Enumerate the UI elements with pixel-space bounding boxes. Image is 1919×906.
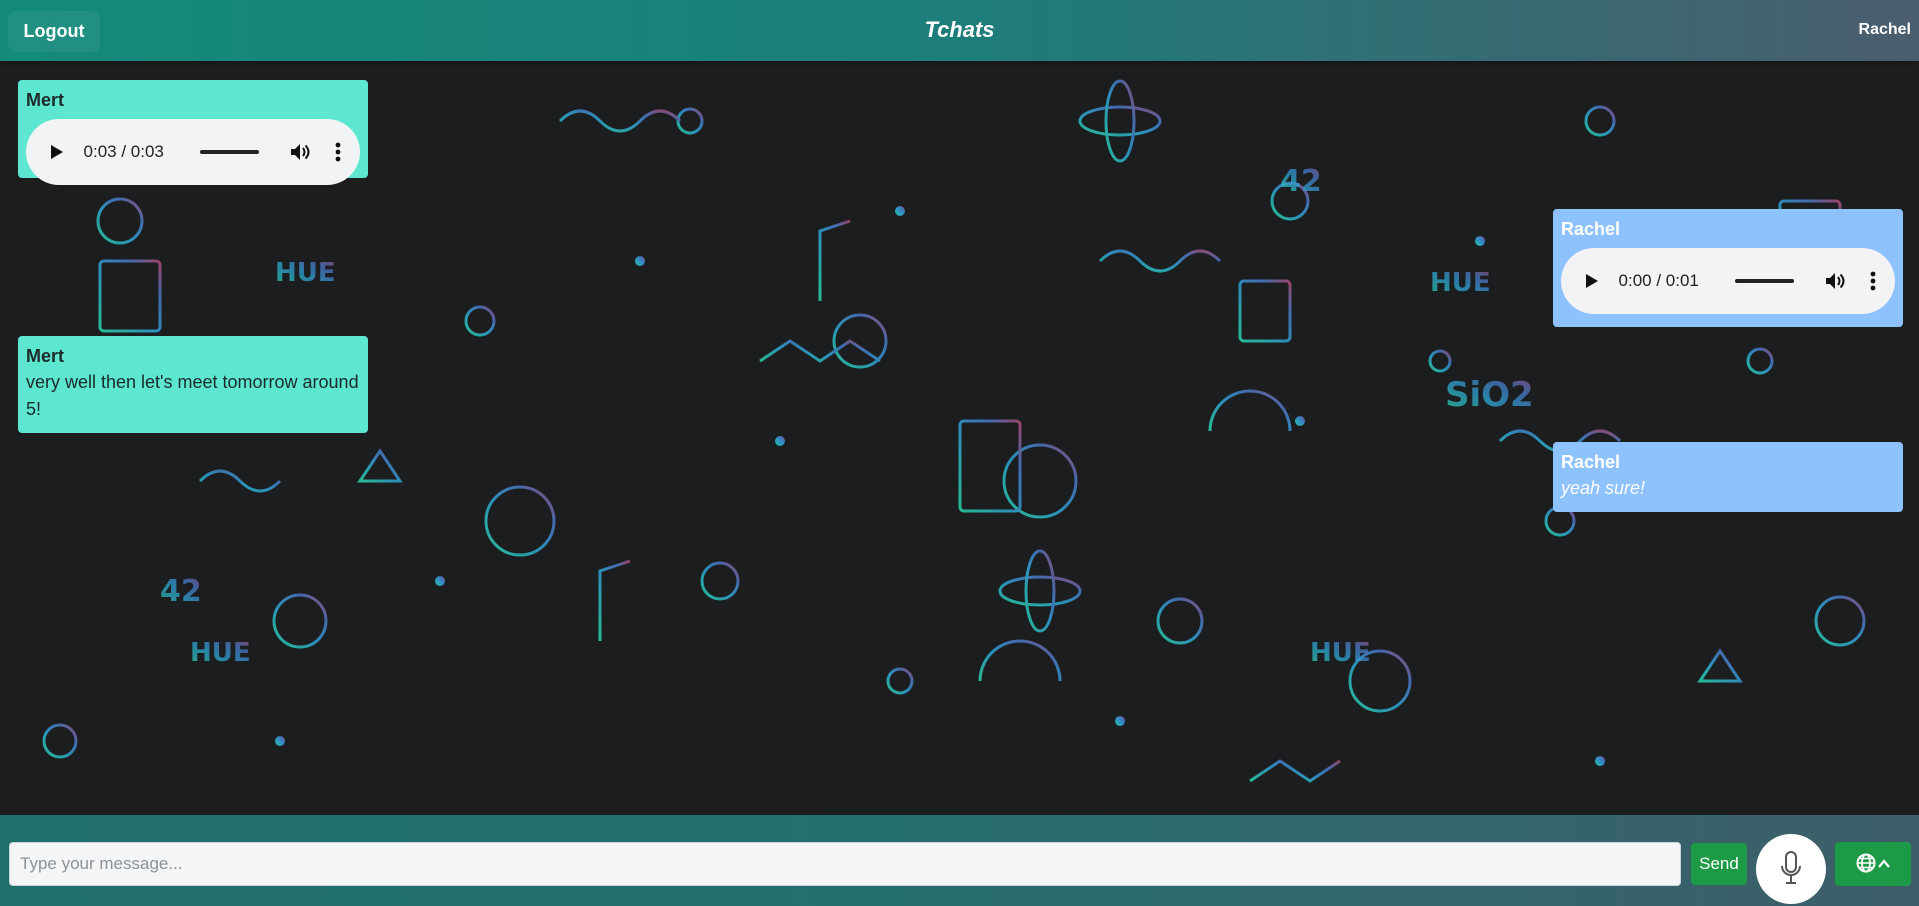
message-composer: Send xyxy=(0,815,1919,906)
audio-progress-slider[interactable] xyxy=(199,150,259,154)
current-user-name: Rachel xyxy=(1858,21,1911,38)
message-sender: Rachel xyxy=(1561,452,1621,472)
record-voice-button[interactable] xyxy=(1756,834,1826,904)
message-input[interactable] xyxy=(9,842,1681,886)
app-header: Logout Tchats Rachel xyxy=(0,0,1919,61)
svg-text:HUE: HUE xyxy=(190,638,251,668)
svg-text:SiO2: SiO2 xyxy=(1445,375,1534,415)
chat-area: HUEHUE HUEHUE SiO242 4242 Mert 0:03 / 0:… xyxy=(0,61,1919,815)
globe-icon xyxy=(1856,853,1876,876)
play-icon[interactable] xyxy=(1579,268,1605,294)
more-options-icon[interactable] xyxy=(1863,268,1883,294)
message-bubble: Mert 0:03 / 0:03 xyxy=(18,80,368,185)
audio-player: 0:00 / 0:01 xyxy=(1561,248,1895,314)
microphone-icon xyxy=(1780,850,1802,888)
play-icon[interactable] xyxy=(44,139,70,165)
message-bubble: Mert very well then let's meet tomorrow … xyxy=(18,336,368,433)
language-select-button[interactable] xyxy=(1835,842,1911,886)
volume-icon[interactable] xyxy=(1822,268,1848,294)
message-text: yeah sure! xyxy=(1561,478,1646,498)
message-sender: Mert xyxy=(26,90,65,110)
audio-time: 0:03 / 0:03 xyxy=(83,142,164,161)
message-bubble: Rachel yeah sure! xyxy=(1553,442,1903,512)
svg-text:HUE: HUE xyxy=(1430,268,1491,298)
volume-icon[interactable] xyxy=(287,139,313,165)
audio-player: 0:03 / 0:03 xyxy=(26,119,360,185)
chevron-up-icon xyxy=(1878,857,1890,872)
message-sender: Rachel xyxy=(1561,219,1621,239)
app-title: Tchats xyxy=(924,17,995,42)
svg-text:HUE: HUE xyxy=(275,258,336,288)
more-options-icon[interactable] xyxy=(328,139,348,165)
message-bubble: Rachel 0:00 / 0:01 xyxy=(1553,209,1903,327)
svg-text:42: 42 xyxy=(1280,164,1322,199)
send-button[interactable]: Send xyxy=(1691,843,1747,885)
svg-text:42: 42 xyxy=(160,574,202,609)
message-text: very well then let's meet tomorrow aroun… xyxy=(26,372,359,419)
message-sender: Mert xyxy=(26,346,65,366)
svg-text:HUE: HUE xyxy=(1310,638,1371,668)
audio-progress-slider[interactable] xyxy=(1734,279,1794,283)
audio-time: 0:00 / 0:01 xyxy=(1618,271,1699,290)
